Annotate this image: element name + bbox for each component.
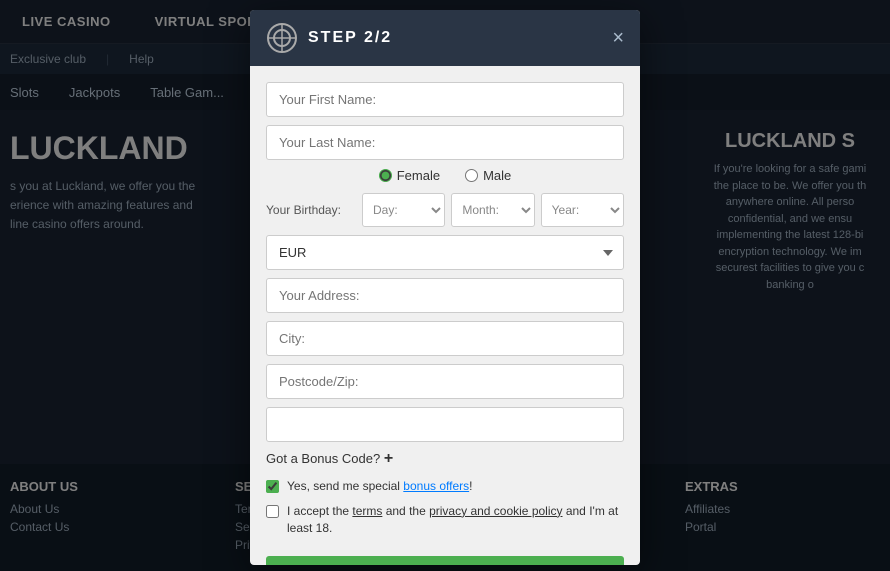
modal-header-left: STEP 2/2 <box>266 22 392 54</box>
modal-logo-icon <box>266 22 298 54</box>
open-account-button[interactable]: OPEN ACCOUNT <box>266 556 624 565</box>
modal-close-button[interactable]: × <box>612 28 624 48</box>
modal-body: Female Male Your Birthday: Day: Month: Y… <box>250 66 640 565</box>
first-name-input[interactable] <box>266 82 624 117</box>
birthday-row: Your Birthday: Day: Month: Year: <box>266 193 624 227</box>
postcode-input[interactable] <box>266 364 624 399</box>
bonus-offers-checkbox-row: Yes, send me special bonus offers! <box>266 478 624 495</box>
city-input[interactable] <box>266 321 624 356</box>
bonus-code-row: Got a Bonus Code? + <box>266 450 624 468</box>
terms-checkbox[interactable] <box>266 505 279 518</box>
gender-female-radio[interactable] <box>379 169 392 182</box>
terms-checkbox-row: I accept the terms and the privacy and c… <box>266 503 624 537</box>
last-name-input[interactable] <box>266 125 624 160</box>
modal-overlay: STEP 2/2 × Female Male Your Birthday: <box>0 0 890 571</box>
gender-male-radio[interactable] <box>465 169 478 182</box>
gender-male-label[interactable]: Male <box>465 168 511 183</box>
birthday-year-select[interactable]: Year: <box>541 193 624 227</box>
birthday-day-select[interactable]: Day: <box>362 193 445 227</box>
gender-row: Female Male <box>266 168 624 183</box>
terms-label[interactable]: I accept the terms and the privacy and c… <box>287 503 624 537</box>
modal-title: STEP 2/2 <box>308 29 392 47</box>
bonus-offers-checkbox[interactable] <box>266 480 279 493</box>
address-input[interactable] <box>266 278 624 313</box>
gender-female-text: Female <box>397 168 440 183</box>
terms-link[interactable]: terms <box>352 504 382 518</box>
modal-header: STEP 2/2 × <box>250 10 640 66</box>
currency-select[interactable]: EUR USD GBP CAD AUD <box>266 235 624 270</box>
birthday-month-select[interactable]: Month: <box>451 193 534 227</box>
gender-male-text: Male <box>483 168 511 183</box>
bonus-code-input[interactable] <box>266 407 624 442</box>
bonus-offers-link[interactable]: bonus offers <box>403 479 469 493</box>
bonus-offers-label[interactable]: Yes, send me special bonus offers! <box>287 478 472 495</box>
birthday-label: Your Birthday: <box>266 203 356 217</box>
gender-female-label[interactable]: Female <box>379 168 440 183</box>
registration-modal: STEP 2/2 × Female Male Your Birthday: <box>250 10 640 565</box>
bonus-code-plus-icon: + <box>384 450 393 467</box>
privacy-policy-link[interactable]: privacy and cookie policy <box>429 504 562 518</box>
bonus-code-label: Got a Bonus Code? + <box>266 451 393 466</box>
